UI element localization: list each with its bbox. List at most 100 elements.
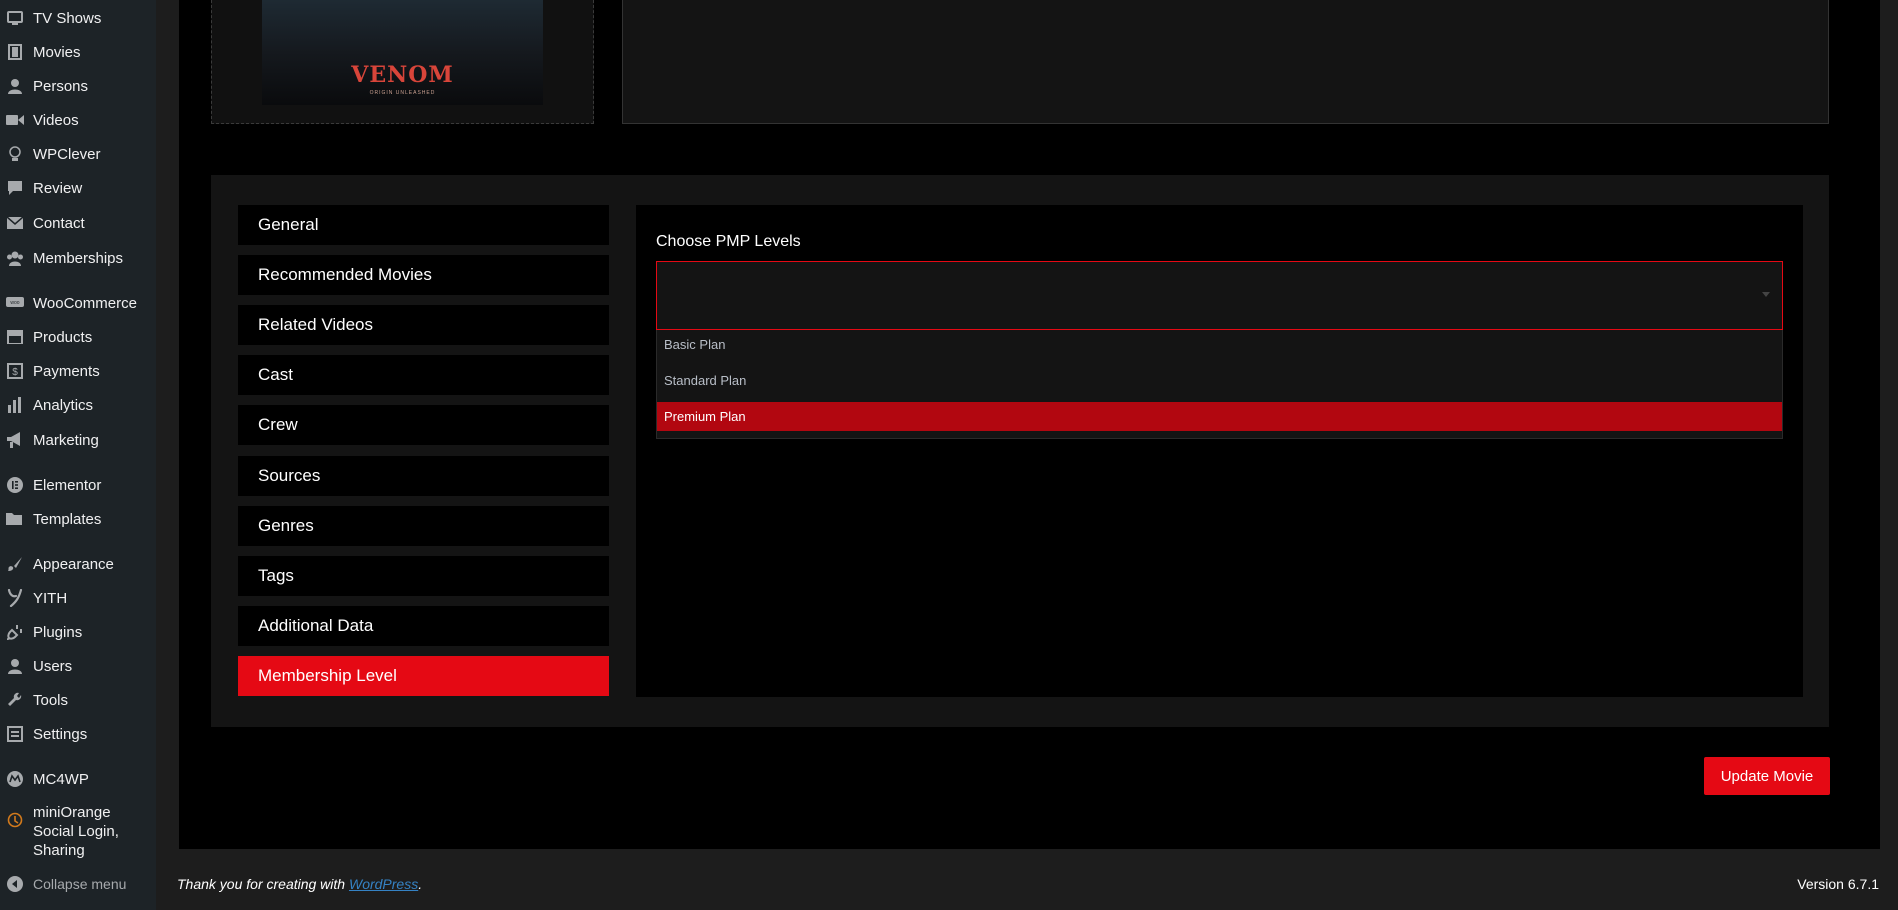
tab-label: Membership Level	[258, 666, 397, 685]
sidebar-item-woocommerce[interactable]: woo WooCommerce	[0, 289, 156, 317]
sidebar-item-memberships[interactable]: Memberships	[0, 244, 156, 272]
sidebar-item-persons[interactable]: Persons	[0, 72, 156, 100]
option-basic-plan[interactable]: Basic Plan	[657, 330, 1782, 359]
mc4wp-icon	[6, 770, 24, 788]
tab-general[interactable]: General	[238, 205, 609, 245]
sidebar-item-review[interactable]: Review	[0, 174, 156, 202]
poster-subtitle: ORIGIN UNLEASHED	[369, 90, 436, 96]
envelope-icon	[6, 214, 24, 232]
video-camera-icon	[6, 111, 24, 129]
sidebar-item-label: Contact	[33, 214, 85, 232]
sidebar-item-elementor[interactable]: Elementor	[0, 471, 156, 499]
sidebar-item-label: Review	[33, 179, 83, 197]
sidebar-item-yith[interactable]: YITH	[0, 584, 156, 612]
sidebar-item-label: Marketing	[33, 431, 99, 449]
tab-related-videos[interactable]: Related Videos	[238, 305, 609, 345]
sidebar-item-contact[interactable]: Contact	[0, 209, 156, 237]
sidebar-item-products[interactable]: Products	[0, 323, 156, 351]
sidebar-item-label: Settings	[33, 725, 88, 743]
sidebar-item-videos[interactable]: Videos	[0, 106, 156, 134]
movie-poster-image: VENOM ORIGIN UNLEASHED	[262, 0, 543, 105]
sidebar-item-mc4wp[interactable]: MC4WP	[0, 765, 156, 793]
sidebar-item-analytics[interactable]: Analytics	[0, 391, 156, 419]
sidebar-item-appearance[interactable]: Appearance	[0, 550, 156, 578]
svg-text:$: $	[12, 367, 18, 378]
tab-cast[interactable]: Cast	[238, 355, 609, 395]
sidebar-item-label: Tools	[33, 691, 69, 709]
sidebar-item-label: Videos	[33, 111, 79, 129]
sidebar-item-wpclever[interactable]: WPClever	[0, 140, 156, 168]
tab-genres[interactable]: Genres	[238, 506, 609, 546]
tab-label: Additional Data	[258, 616, 374, 635]
sidebar-item-label: Elementor	[33, 476, 102, 494]
sidebar-item-templates[interactable]: Templates	[0, 505, 156, 533]
comment-icon	[6, 179, 24, 197]
sidebar-item-tv-shows[interactable]: TV Shows	[0, 4, 156, 32]
sidebar-item-miniorange[interactable]: miniOrange Social Login, Sharing	[0, 799, 156, 859]
archive-icon	[6, 328, 24, 346]
plug-icon	[6, 623, 24, 641]
tab-tags[interactable]: Tags	[238, 556, 609, 596]
sidebar-item-label: Memberships	[33, 249, 124, 267]
paintbrush-icon	[6, 555, 24, 573]
sidebar-item-tools[interactable]: Tools	[0, 686, 156, 714]
tab-recommended-movies[interactable]: Recommended Movies	[238, 255, 609, 295]
tab-additional-data[interactable]: Additional Data	[238, 606, 609, 646]
tab-label: Cast	[258, 365, 293, 384]
chevron-down-icon	[1762, 292, 1770, 297]
tab-sources[interactable]: Sources	[238, 456, 609, 496]
sidebar-item-payments[interactable]: $ Payments	[0, 357, 156, 385]
bar-chart-icon	[6, 396, 24, 414]
option-standard-plan[interactable]: Standard Plan	[657, 366, 1782, 395]
sidebar-item-label: Movies	[33, 43, 81, 61]
yith-icon	[6, 589, 24, 607]
sidebar-item-movies[interactable]: Movies	[0, 38, 156, 66]
poster-title: VENOM	[351, 62, 454, 88]
sidebar-item-label: WPClever	[33, 145, 101, 163]
tab-label: Related Videos	[258, 315, 373, 334]
tab-crew[interactable]: Crew	[238, 405, 609, 445]
group-icon	[6, 249, 24, 267]
pmp-levels-dropdown: Basic Plan Standard Plan Premium Plan	[656, 330, 1783, 439]
sidebar-item-label: Templates	[33, 510, 102, 528]
dollar-icon: $	[6, 362, 24, 380]
settings-icon	[6, 725, 24, 743]
sidebar-item-label: YITH	[33, 589, 68, 607]
sidebar-item-marketing[interactable]: Marketing	[0, 426, 156, 454]
pmp-levels-select[interactable]	[656, 261, 1783, 330]
svg-text:woo: woo	[10, 300, 19, 306]
sidebar-item-plugins[interactable]: Plugins	[0, 618, 156, 646]
tab-label: Tags	[258, 566, 294, 585]
collapse-arrow-icon	[6, 875, 24, 893]
film-icon	[6, 43, 24, 61]
tab-membership-level[interactable]: Membership Level	[238, 656, 609, 696]
wrench-icon	[6, 691, 24, 709]
person-icon	[6, 77, 24, 95]
tab-label: Genres	[258, 516, 314, 535]
sidebar-item-label: miniOrange Social Login, Sharing	[33, 804, 119, 859]
version-text: Version 6.7.1	[1797, 876, 1879, 892]
option-premium-plan[interactable]: Premium Plan	[657, 402, 1782, 431]
collapse-menu-label: Collapse menu	[33, 876, 127, 892]
sidebar-item-label: Appearance	[33, 555, 114, 573]
wordpress-link[interactable]: WordPress	[349, 876, 418, 892]
sidebar-item-label: Plugins	[33, 623, 83, 641]
sidebar-item-label: Products	[33, 328, 93, 346]
tab-label: General	[258, 215, 319, 234]
option-label: Basic Plan	[664, 337, 726, 352]
tab-label: Recommended Movies	[258, 265, 432, 284]
description-textarea[interactable]	[622, 0, 1829, 124]
update-movie-button[interactable]: Update Movie	[1704, 757, 1830, 795]
user-icon	[6, 657, 24, 675]
tab-label: Crew	[258, 415, 298, 434]
sidebar-item-label: TV Shows	[33, 9, 102, 27]
collapse-menu-button[interactable]: Collapse menu	[0, 870, 156, 898]
footer-thanks: Thank you for creating with WordPress.	[177, 876, 422, 892]
sidebar-item-settings[interactable]: Settings	[0, 720, 156, 748]
sidebar-item-label: Users	[33, 657, 73, 675]
folder-icon	[6, 510, 24, 528]
lightbulb-icon	[6, 145, 24, 163]
miniorange-icon	[6, 811, 24, 829]
sidebar-item-users[interactable]: Users	[0, 652, 156, 680]
sidebar-item-label: Analytics	[33, 396, 94, 414]
